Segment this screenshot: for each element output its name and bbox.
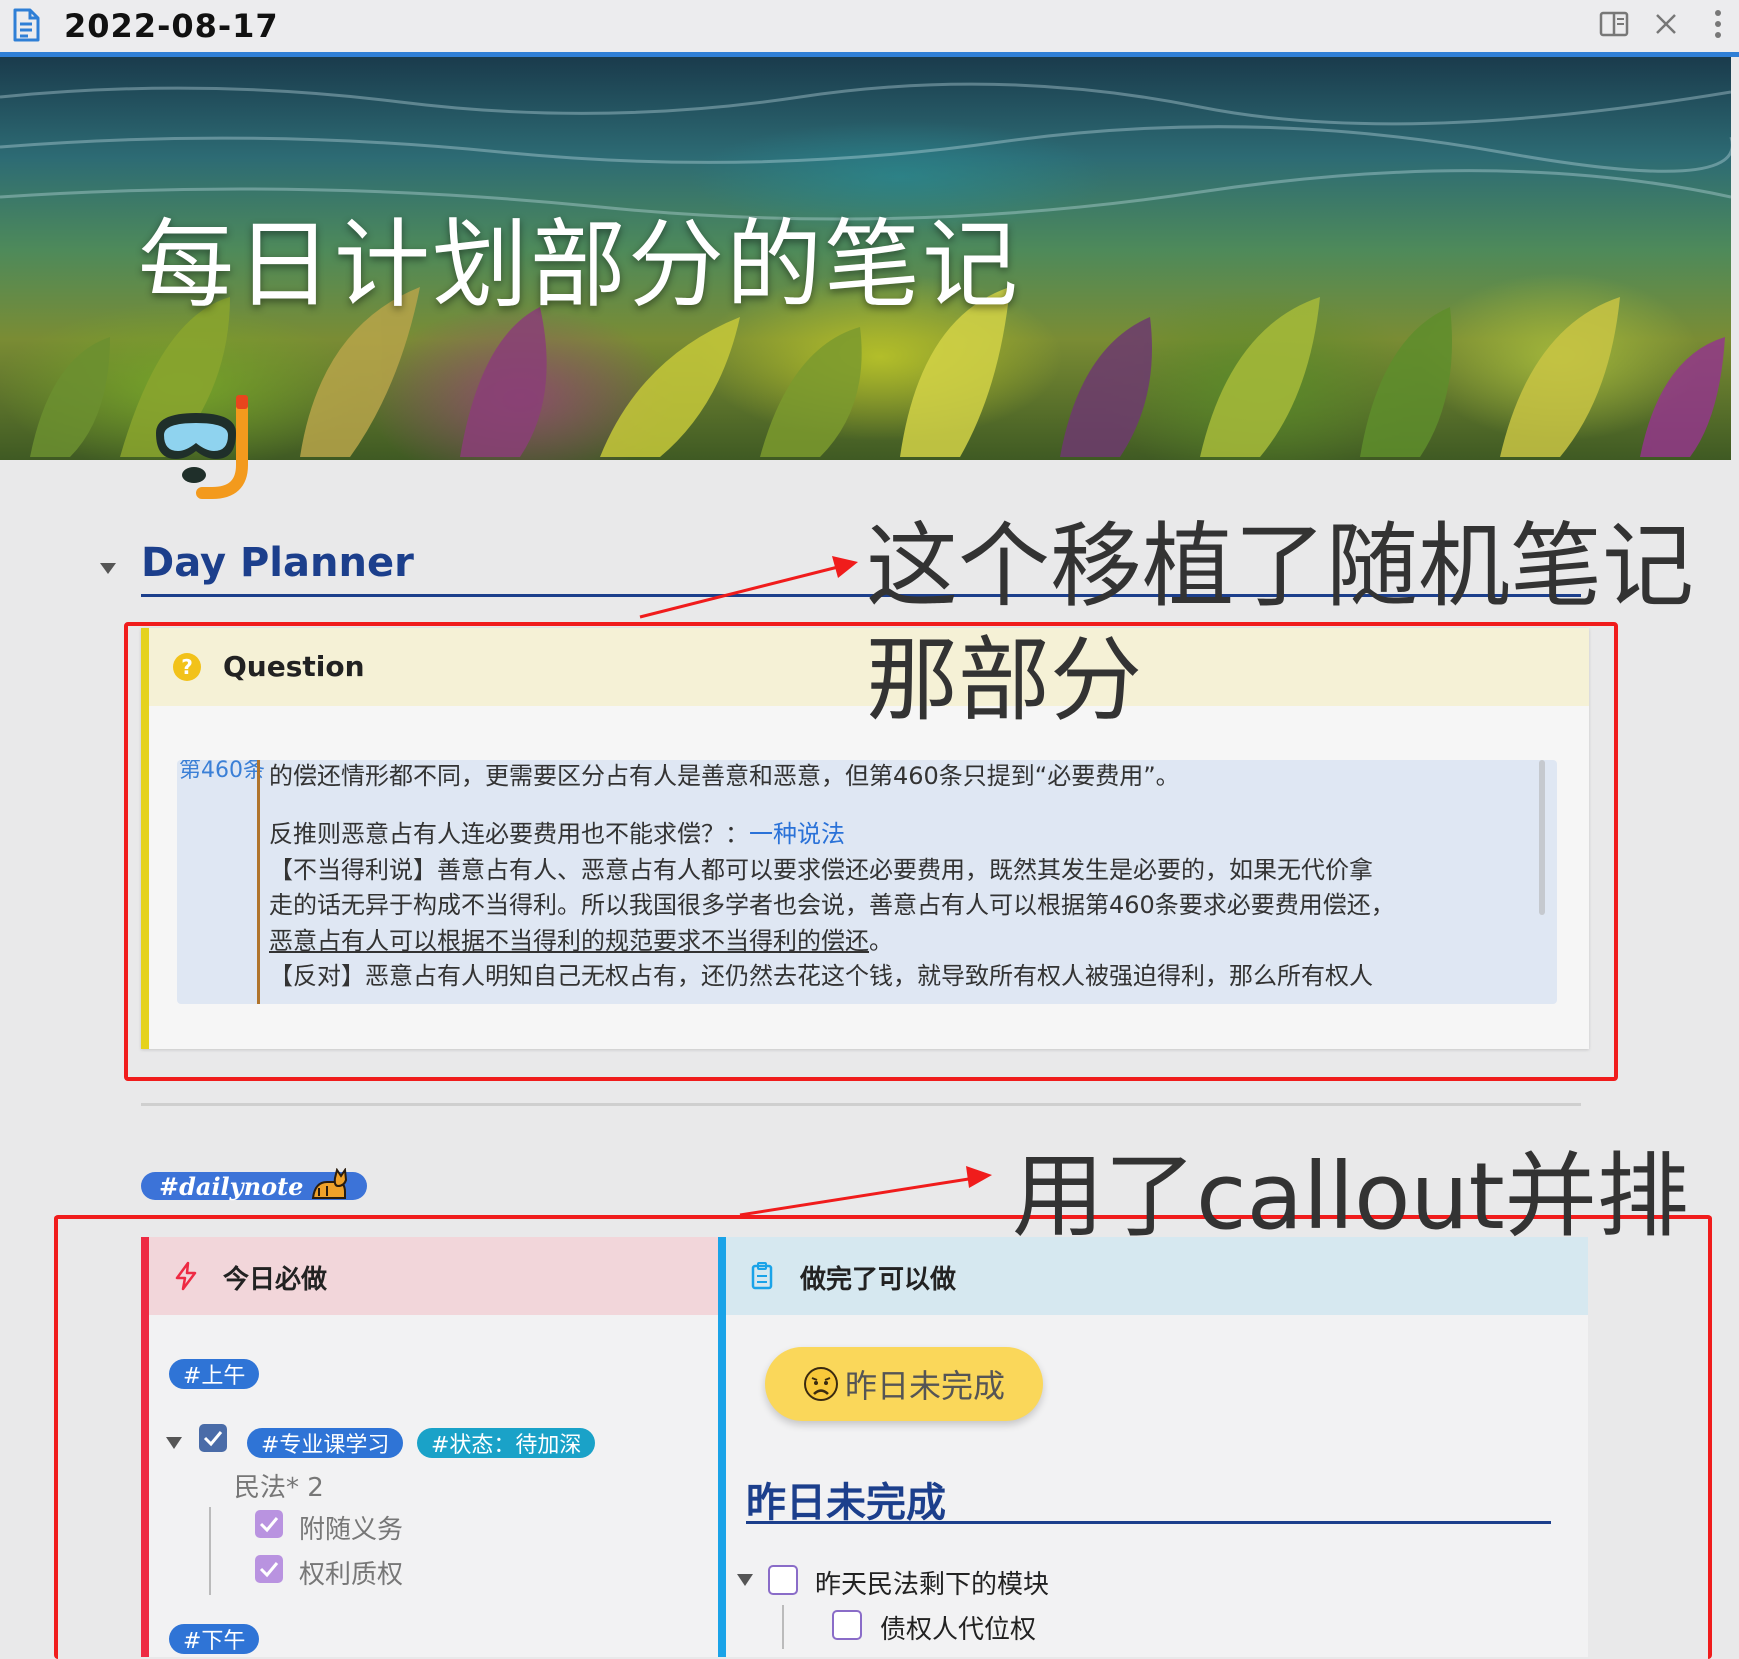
annotation-text: 用了callout并排 (1012, 1143, 1689, 1250)
annotation-text: 那部分 (866, 627, 1143, 734)
annotation-arrows (639, 556, 992, 1217)
